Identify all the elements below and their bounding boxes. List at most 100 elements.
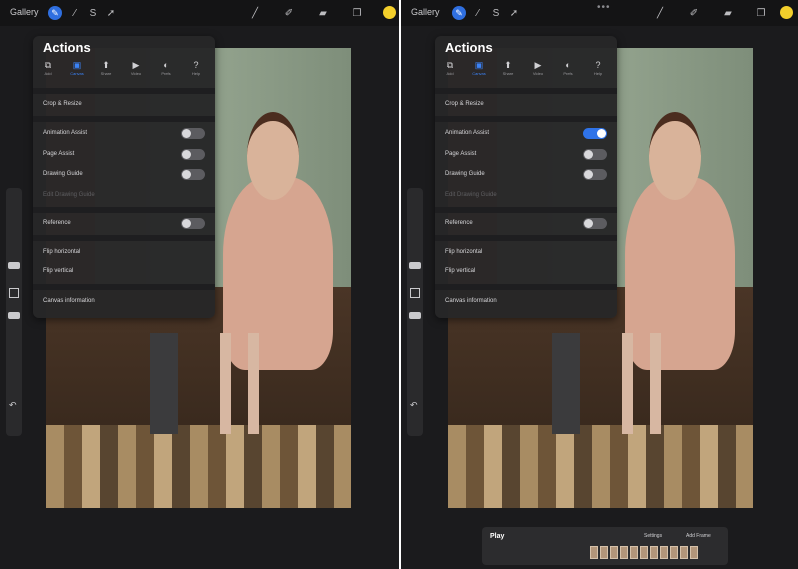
timeline-frame[interactable] — [620, 546, 628, 559]
gallery-button[interactable]: Gallery — [411, 7, 440, 17]
prefs-icon: ◐ — [163, 60, 169, 70]
layers-icon[interactable]: ❐ — [754, 6, 768, 20]
wrench-icon[interactable]: ✎ — [452, 6, 466, 20]
timeline-frame[interactable] — [680, 546, 688, 559]
opacity-slider[interactable] — [8, 312, 20, 319]
timeline-frame[interactable] — [670, 546, 678, 559]
tab-prefs[interactable]: ◐ Prefs — [557, 60, 579, 84]
drawing-guide-toggle[interactable] — [583, 169, 607, 180]
timeline-frame[interactable] — [660, 546, 668, 559]
modify-button[interactable] — [9, 288, 19, 298]
layers-icon[interactable]: ❐ — [350, 6, 364, 20]
tab-video[interactable]: ▶ Video — [527, 60, 549, 84]
tab-help[interactable]: ? Help — [587, 60, 609, 84]
transform-icon[interactable]: ➚ — [104, 6, 118, 20]
magic-wand-icon[interactable]: ⁄ — [471, 6, 485, 20]
animation-assist-row[interactable]: Animation Assist — [33, 124, 215, 143]
canvas-icon: ▣ — [474, 60, 484, 70]
canvas-information-item[interactable]: Canvas information — [435, 292, 617, 311]
actions-panel: Actions ⧉ Add ▣ Canvas ⬆ Share ▶ Video ◐ Pref… — [33, 36, 215, 318]
timeline-settings-button[interactable]: Settings — [644, 533, 662, 539]
side-toolbar: ↶ — [407, 188, 423, 436]
gallery-button[interactable]: Gallery — [10, 7, 39, 17]
timeline-frame[interactable] — [640, 546, 648, 559]
timeline-frame[interactable] — [690, 546, 698, 559]
brush-icon[interactable]: ╱ — [653, 6, 667, 20]
tab-video[interactable]: ▶ Video — [125, 60, 147, 84]
actions-title: Actions — [445, 40, 493, 55]
video-icon: ▶ — [132, 60, 140, 70]
edit-drawing-guide-item: Edit Drawing Guide — [43, 192, 95, 198]
timeline-frame[interactable] — [590, 546, 598, 559]
stage: Gallery ✎ ⁄ S ➚ ╱ ✐ ▰ ❐ ↶ Actions ⧉ Add … — [0, 0, 798, 569]
tab-help[interactable]: ? Help — [185, 60, 207, 84]
edit-drawing-guide-item: Edit Drawing Guide — [445, 192, 497, 198]
timeline-frame[interactable] — [600, 546, 608, 559]
share-icon: ⬆ — [102, 60, 110, 70]
side-toolbar: ↶ — [6, 188, 22, 436]
tab-add[interactable]: ⧉ Add — [37, 60, 59, 84]
tab-canvas[interactable]: ▣ Canvas — [66, 60, 88, 84]
wrench-icon[interactable]: ✎ — [48, 6, 62, 20]
tab-share[interactable]: ⬆ Share — [497, 60, 519, 84]
page-assist-row[interactable]: Page Assist — [33, 145, 215, 164]
tab-add[interactable]: ⧉ Add — [439, 60, 461, 84]
animation-assist-toggle[interactable] — [583, 128, 607, 139]
canvas-information-item[interactable]: Canvas information — [33, 292, 215, 311]
animation-assist-toggle[interactable] — [181, 128, 205, 139]
page-assist-toggle[interactable] — [181, 149, 205, 160]
reference-row[interactable]: Reference — [33, 214, 215, 233]
flip-vertical-item[interactable]: Flip vertical — [33, 262, 215, 281]
drawing-guide-row[interactable]: Drawing Guide — [33, 165, 215, 184]
canvas-icon: ▣ — [72, 60, 82, 70]
page-assist-row[interactable]: Page Assist — [435, 145, 617, 164]
eraser-icon[interactable]: ▰ — [316, 6, 330, 20]
reference-toggle[interactable] — [583, 218, 607, 229]
smudge-icon[interactable]: ✐ — [282, 6, 296, 20]
frame-strip — [590, 546, 698, 559]
flip-horizontal-item[interactable]: Flip horizontal — [33, 243, 215, 262]
crop-resize-item[interactable]: Crop & Resize — [435, 95, 617, 114]
reference-toggle[interactable] — [181, 218, 205, 229]
animation-assist-row[interactable]: Animation Assist — [435, 124, 617, 143]
timeline-frame[interactable] — [650, 546, 658, 559]
flip-horizontal-item[interactable]: Flip horizontal — [435, 243, 617, 262]
top-toolbar: Gallery ✎ ⁄ S ➚ ••• ╱ ✐ ▰ ❐ — [401, 0, 798, 26]
play-button[interactable]: Play — [490, 533, 504, 540]
crop-resize-item[interactable]: Crop & Resize — [33, 95, 215, 114]
tab-canvas[interactable]: ▣ Canvas — [468, 60, 490, 84]
reference-row[interactable]: Reference — [435, 214, 617, 233]
eraser-icon[interactable]: ▰ — [721, 6, 735, 20]
drawing-guide-row[interactable]: Drawing Guide — [435, 165, 617, 184]
brush-size-slider[interactable] — [409, 262, 421, 269]
selection-icon[interactable]: S — [86, 6, 100, 20]
help-icon: ? — [595, 60, 601, 70]
color-swatch[interactable] — [383, 6, 396, 19]
undo-icon[interactable]: ↶ — [410, 400, 418, 411]
brush-size-slider[interactable] — [8, 262, 20, 269]
add-frame-button[interactable]: Add Frame — [686, 533, 711, 539]
share-icon: ⬆ — [504, 60, 512, 70]
transform-icon[interactable]: ➚ — [507, 6, 521, 20]
tab-share[interactable]: ⬆ Share — [95, 60, 117, 84]
color-swatch[interactable] — [780, 6, 793, 19]
timeline-frame[interactable] — [630, 546, 638, 559]
undo-icon[interactable]: ↶ — [9, 400, 17, 411]
magic-wand-icon[interactable]: ⁄ — [68, 6, 82, 20]
page-assist-toggle[interactable] — [583, 149, 607, 160]
video-icon: ▶ — [534, 60, 542, 70]
drawing-guide-toggle[interactable] — [181, 169, 205, 180]
top-toolbar: Gallery ✎ ⁄ S ➚ ╱ ✐ ▰ ❐ — [0, 0, 399, 26]
smudge-icon[interactable]: ✐ — [687, 6, 701, 20]
brush-icon[interactable]: ╱ — [248, 6, 262, 20]
actions-tabs: ⧉ Add ▣ Canvas ⬆ Share ▶ Video ◐ Prefs ? Help — [37, 60, 213, 84]
tab-prefs[interactable]: ◐ Prefs — [155, 60, 177, 84]
add-icon: ⧉ — [446, 60, 454, 70]
flip-vertical-item[interactable]: Flip vertical — [435, 262, 617, 281]
procreate-pane-right: Gallery ✎ ⁄ S ➚ ••• ╱ ✐ ▰ ❐ ↶ Actions ⧉ … — [401, 0, 798, 569]
more-dots[interactable]: ••• — [597, 2, 611, 13]
opacity-slider[interactable] — [409, 312, 421, 319]
modify-button[interactable] — [410, 288, 420, 298]
timeline-frame[interactable] — [610, 546, 618, 559]
selection-icon[interactable]: S — [489, 6, 503, 20]
